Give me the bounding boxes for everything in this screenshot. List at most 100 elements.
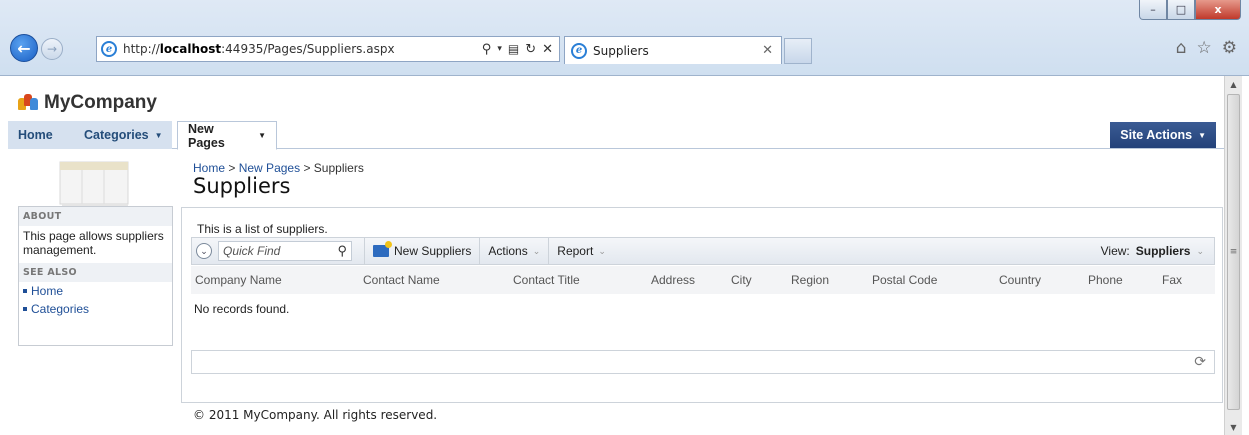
breadcrumb-separator: >: [228, 161, 236, 175]
caret-down-icon: ▼: [258, 131, 266, 140]
sidebar-link-label: Categories: [31, 302, 90, 316]
about-text: This page allows suppliers management.: [23, 229, 164, 257]
close-window-button[interactable]: x: [1195, 0, 1241, 20]
top-menu-bar: Home Categories ▼ New Pages ▼ Site Actio…: [8, 121, 1224, 150]
tab-close-icon[interactable]: ✕: [762, 43, 773, 58]
actions-label: Actions: [488, 244, 528, 258]
new-suppliers-button[interactable]: New Suppliers: [364, 238, 479, 264]
new-record-icon: [373, 241, 392, 257]
refresh-icon[interactable]: ⟳: [1194, 354, 1206, 370]
page-placeholder-image: [59, 161, 129, 206]
company-logo-icon: [18, 94, 38, 112]
breadcrumb: Home > New Pages > Suppliers: [193, 161, 364, 175]
sidebar: ABOUT This page allows suppliers managem…: [18, 206, 173, 346]
tab-title: Suppliers: [593, 43, 649, 58]
new-tab-button[interactable]: [784, 38, 812, 64]
empty-message: No records found.: [194, 302, 290, 316]
column-header[interactable]: Phone: [1088, 273, 1123, 287]
breadcrumb-new-pages[interactable]: New Pages: [239, 161, 300, 175]
page-content: MyCompany Home Categories ▼ New Pages ▼ …: [8, 76, 1224, 435]
refresh-icon[interactable]: ↻: [525, 42, 536, 57]
view-options-chevron-icon[interactable]: ⌄: [196, 243, 212, 259]
menu-categories-label: Categories: [84, 128, 149, 142]
actions-menu[interactable]: Actions ⌄: [479, 238, 548, 264]
column-header[interactable]: Address: [651, 273, 695, 287]
data-view-panel: This is a list of suppliers. ⌄ Quick Fin…: [181, 207, 1223, 403]
column-header[interactable]: Country: [999, 273, 1041, 287]
chevron-down-icon: ⌄: [598, 245, 606, 256]
brand-name: MyCompany: [44, 92, 157, 113]
home-icon[interactable]: ⌂: [1176, 38, 1187, 58]
page-title: Suppliers: [193, 174, 291, 198]
back-button[interactable]: ←: [10, 34, 38, 62]
sidebar-link-label: Home: [31, 284, 64, 298]
report-menu[interactable]: Report ⌄: [548, 238, 614, 264]
column-header[interactable]: Fax: [1162, 273, 1182, 287]
back-arrow-icon: ←: [17, 38, 31, 58]
browser-chrome: – □ x ← → e http://localhost:44935/Pages…: [0, 0, 1249, 76]
sidebar-link-home[interactable]: Home: [19, 282, 172, 300]
caret-down-icon: ▼: [154, 130, 163, 140]
chevron-down-icon: ⌄: [1196, 245, 1204, 256]
stop-icon[interactable]: ✕: [542, 42, 553, 57]
window-controls: – □ x: [1139, 0, 1241, 20]
view-label: View:: [1100, 244, 1130, 258]
site-actions-button[interactable]: Site Actions ▼: [1110, 122, 1216, 148]
view-value: Suppliers: [1135, 244, 1191, 258]
grid-toolbar: ⌄ Quick Find ⚲ New Suppliers Actions ⌄ R…: [191, 237, 1215, 265]
minimize-button[interactable]: –: [1139, 0, 1167, 20]
scroll-thumb[interactable]: ≡: [1227, 94, 1240, 410]
column-header[interactable]: Contact Name: [363, 273, 440, 287]
ie-page-icon: e: [101, 41, 117, 57]
menu-home-label: Home: [18, 128, 53, 142]
address-tools: ⚲ ▾ ▤ ↻ ✕: [482, 42, 559, 57]
grid-header-row: Company Name Contact Name Contact Title …: [191, 266, 1215, 294]
column-header[interactable]: Region: [791, 273, 829, 287]
quick-find-placeholder: Quick Find: [223, 244, 281, 258]
site-actions-label: Site Actions: [1120, 128, 1193, 142]
report-label: Report: [557, 244, 594, 258]
menu-categories[interactable]: Categories ▼: [74, 121, 172, 149]
about-heading: ABOUT: [19, 207, 172, 226]
search-icon[interactable]: ⚲: [482, 42, 492, 57]
breadcrumb-current: Suppliers: [313, 161, 364, 175]
browser-toolbar-icons: ⌂ ☆ ⚙: [1176, 38, 1237, 58]
breadcrumb-home[interactable]: Home: [193, 161, 225, 175]
forward-button[interactable]: →: [41, 38, 63, 60]
column-header[interactable]: Company Name: [195, 273, 282, 287]
see-also-heading: SEE ALSO: [19, 263, 172, 282]
grid-pager: ⟳: [191, 350, 1215, 374]
ie-tab-icon: e: [571, 42, 587, 59]
maximize-button[interactable]: □: [1167, 0, 1195, 20]
sidebar-link-categories[interactable]: Categories: [19, 300, 172, 318]
search-icon[interactable]: ⚲: [337, 243, 347, 259]
scroll-down-arrow-icon[interactable]: ▼: [1225, 419, 1242, 435]
column-header[interactable]: Postal Code: [872, 273, 937, 287]
chevron-down-icon: ⌄: [532, 245, 541, 256]
address-url[interactable]: http://localhost:44935/Pages/Suppliers.a…: [123, 42, 395, 56]
column-header[interactable]: Contact Title: [513, 273, 580, 287]
footer-copyright: © 2011 MyCompany. All rights reserved.: [193, 408, 438, 422]
menu-new-pages-label: New Pages: [188, 121, 225, 150]
breadcrumb-separator: >: [303, 161, 311, 175]
scroll-up-arrow-icon[interactable]: ▲: [1225, 76, 1242, 92]
view-selector[interactable]: View: Suppliers ⌄: [1101, 244, 1204, 258]
vertical-scrollbar[interactable]: ▲ ≡ ▼: [1224, 76, 1242, 435]
forward-arrow-icon: →: [46, 42, 58, 56]
address-bar[interactable]: e http://localhost:44935/Pages/Suppliers…: [96, 36, 560, 62]
favorites-star-icon[interactable]: ☆: [1197, 38, 1212, 58]
quick-find-input[interactable]: Quick Find ⚲: [218, 241, 352, 261]
bullet-icon: [23, 289, 27, 293]
browser-tab-suppliers[interactable]: e Suppliers ✕: [564, 36, 782, 64]
column-header[interactable]: City: [731, 273, 752, 287]
menu-home[interactable]: Home: [8, 121, 74, 149]
dropdown-chevron-icon[interactable]: ▾: [497, 44, 502, 54]
menu-new-pages[interactable]: New Pages ▼: [177, 121, 277, 150]
compatibility-view-icon[interactable]: ▤: [508, 42, 519, 56]
bullet-icon: [23, 307, 27, 311]
settings-gear-icon[interactable]: ⚙: [1222, 38, 1237, 58]
brand[interactable]: MyCompany: [18, 92, 157, 114]
new-suppliers-label: New Suppliers: [394, 244, 472, 258]
caret-down-icon: ▼: [1198, 130, 1206, 140]
page-description: This is a list of suppliers.: [197, 222, 328, 236]
